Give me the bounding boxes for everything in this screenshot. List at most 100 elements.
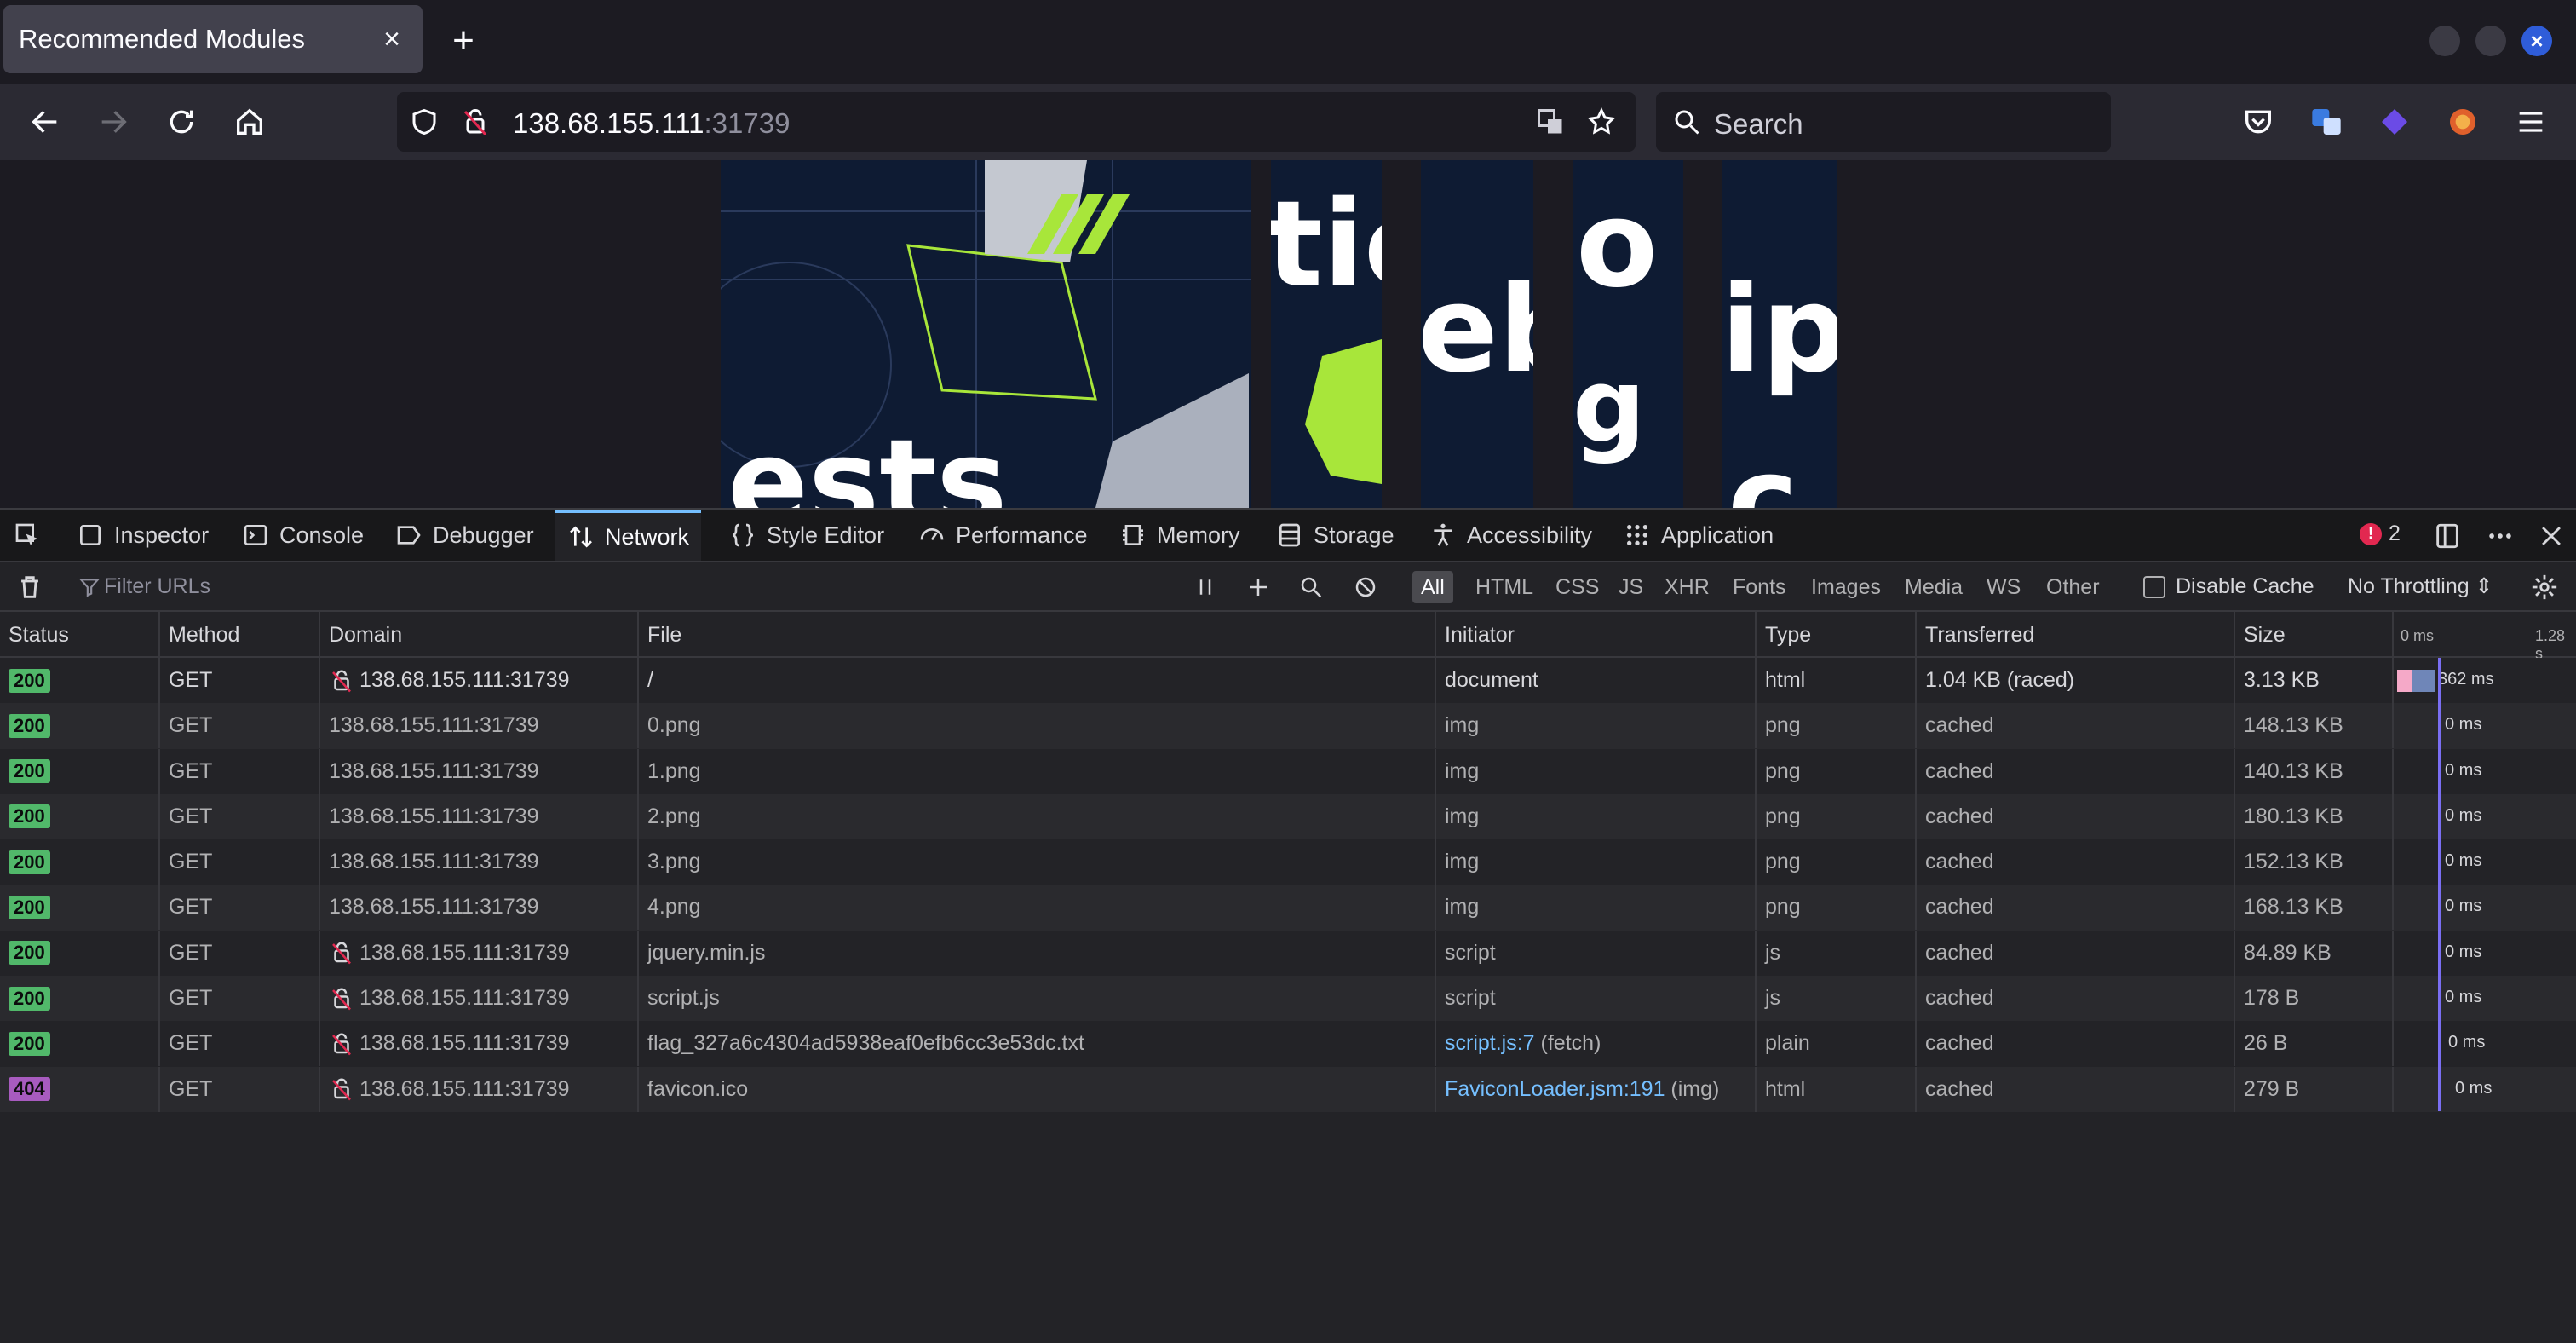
network-icon — [570, 526, 592, 548]
extension-button[interactable] — [2373, 101, 2416, 143]
column-transferred[interactable]: Transferred — [1917, 612, 2235, 658]
table-row[interactable]: 200 GET 138.68.155.111:31739 2.png img png cac… — [0, 793, 2576, 840]
tab-inspector[interactable]: Inspector — [77, 510, 209, 561]
close-devtools-icon[interactable] — [2537, 522, 2566, 550]
maximize-button[interactable] — [2475, 26, 2506, 56]
error-count-badge[interactable]: ! 2 — [2360, 522, 2401, 546]
filter-all[interactable]: All — [1412, 571, 1453, 603]
status-badge: 200 — [9, 804, 50, 829]
more-options-icon[interactable] — [2486, 522, 2515, 550]
element-picker-button[interactable] — [14, 510, 56, 561]
minimize-button[interactable] — [2429, 26, 2460, 56]
column-domain[interactable]: Domain — [320, 612, 639, 658]
column-file[interactable]: File — [639, 612, 1436, 658]
forward-button[interactable] — [92, 101, 135, 143]
cell-transferred: cached — [1917, 885, 2235, 931]
bookmark-star-icon[interactable] — [1586, 107, 1617, 137]
tab-memory[interactable]: Memory — [1119, 510, 1240, 561]
tab-style-editor[interactable]: Style Editor — [729, 510, 884, 561]
trash-icon[interactable] — [15, 573, 44, 602]
settings-gear-icon[interactable] — [2530, 573, 2559, 602]
tab-application[interactable]: Application — [1624, 510, 1774, 561]
insecure-lock-icon — [332, 988, 351, 1010]
filter-fonts[interactable]: Fonts — [1724, 571, 1795, 603]
filter-html[interactable]: HTML — [1467, 571, 1542, 603]
table-row[interactable]: 200 GET 138.68.155.111:31739 script.js scrip… — [0, 976, 2576, 1022]
cell-method: GET — [160, 885, 320, 931]
table-row[interactable]: 200 GET 138.68.155.111:31739 flag_327a6c430… — [0, 1021, 2576, 1067]
close-tab-icon[interactable]: × — [377, 23, 407, 55]
hamburger-menu-icon — [2519, 112, 2543, 132]
tab-console[interactable]: Console — [242, 510, 364, 561]
cell-transferred: cached — [1917, 703, 2235, 749]
back-button[interactable] — [24, 101, 66, 143]
search-box[interactable]: Search — [1656, 92, 2111, 152]
pause-button[interactable] — [1189, 571, 1222, 603]
status-badge: 200 — [9, 713, 50, 738]
translate-icon[interactable] — [1535, 107, 1566, 137]
cell-domain: 138.68.155.111:31739 — [320, 885, 639, 931]
cell-transferred: cached — [1917, 793, 2235, 839]
storage-icon — [1279, 523, 1300, 547]
dock-layout-icon[interactable] — [2433, 522, 2462, 550]
tab-network[interactable]: Network — [555, 510, 702, 561]
tab-storage[interactable]: Storage — [1276, 510, 1394, 561]
column-initiator[interactable]: Initiator — [1436, 612, 1757, 658]
status-badge: 200 — [9, 850, 50, 874]
new-tab-button[interactable]: + — [445, 22, 482, 60]
cell-type: js — [1757, 976, 1917, 1022]
cell-transferred: cached — [1917, 748, 2235, 794]
waterfall-time: 0 ms — [2445, 760, 2482, 780]
throttling-select[interactable]: No Throttling ⇕ — [2348, 574, 2493, 599]
cell-method: GET — [160, 1066, 320, 1112]
filter-urls-input[interactable]: Filter URLs — [104, 574, 210, 599]
translate-extension-icon — [2312, 109, 2341, 135]
tab-performance[interactable]: Performance — [918, 510, 1088, 561]
home-button[interactable] — [228, 101, 271, 143]
insecure-lock-icon[interactable] — [460, 107, 491, 137]
initiator-text[interactable]: FaviconLoader.jsm:191 — [1445, 1077, 1665, 1102]
disable-cache-checkbox[interactable] — [2143, 575, 2165, 598]
filter-js[interactable]: JS — [1610, 571, 1652, 603]
search-placeholder: Search — [1714, 108, 1803, 140]
disable-cache-toggle[interactable]: Disable Cache — [2143, 574, 2314, 599]
filter-images[interactable]: Images — [1803, 571, 1889, 603]
window-close-button[interactable]: × — [2521, 26, 2552, 56]
status-badge: 200 — [9, 759, 50, 784]
table-row[interactable]: 200 GET 138.68.155.111:31739 / document html 1… — [0, 658, 2576, 704]
tab-label: Style Editor — [767, 522, 885, 548]
table-row[interactable]: 200 GET 138.68.155.111:31739 jquery.min.js s… — [0, 930, 2576, 977]
column-size[interactable]: Size — [2235, 612, 2394, 658]
browser-tab[interactable]: Recommended Modules × — [3, 5, 423, 73]
app-menu-button[interactable] — [2510, 101, 2552, 143]
column-status[interactable]: Status — [0, 612, 160, 658]
table-row[interactable]: 200 GET 138.68.155.111:31739 4.png img png cac… — [0, 885, 2576, 931]
tab-accessibility[interactable]: Accessibility — [1429, 510, 1592, 561]
table-row[interactable]: 200 GET 138.68.155.111:31739 1.png img png cac… — [0, 748, 2576, 794]
extension-button-2[interactable] — [2441, 101, 2484, 143]
search-requests-button[interactable] — [1295, 571, 1327, 603]
table-row[interactable]: 200 GET 138.68.155.111:31739 0.png img png cac… — [0, 703, 2576, 749]
block-requests-button[interactable] — [1349, 571, 1382, 603]
waterfall-time: 0 ms — [2445, 896, 2482, 916]
waterfall-marker — [2438, 658, 2441, 1111]
url-bar[interactable]: 138.68.155.111:31739 — [397, 92, 1636, 152]
filter-other[interactable]: Other — [2038, 571, 2108, 603]
tab-debugger[interactable]: Debugger — [395, 510, 534, 561]
column-type[interactable]: Type — [1757, 612, 1917, 658]
column-method[interactable]: Method — [160, 612, 320, 658]
pocket-button[interactable] — [2237, 101, 2280, 143]
translate-extension-button[interactable] — [2305, 101, 2348, 143]
tracking-shield-icon[interactable] — [409, 107, 440, 137]
page-content: ests tic eb o g ip c — [0, 160, 2576, 508]
table-row[interactable]: 404 GET 138.68.155.111:31739 favicon.ico Fav… — [0, 1066, 2576, 1112]
filter-ws[interactable]: WS — [1978, 571, 2029, 603]
table-row[interactable]: 200 GET 138.68.155.111:31739 3.png img png cac… — [0, 839, 2576, 885]
filter-media[interactable]: Media — [1896, 571, 1971, 603]
new-request-button[interactable] — [1242, 571, 1274, 603]
filter-css[interactable]: CSS — [1547, 571, 1607, 603]
filter-xhr[interactable]: XHR — [1656, 571, 1718, 603]
reload-button[interactable] — [160, 101, 203, 143]
initiator-text[interactable]: script.js:7 — [1445, 1031, 1535, 1056]
url-text[interactable]: 138.68.155.111:31739 — [513, 107, 790, 140]
